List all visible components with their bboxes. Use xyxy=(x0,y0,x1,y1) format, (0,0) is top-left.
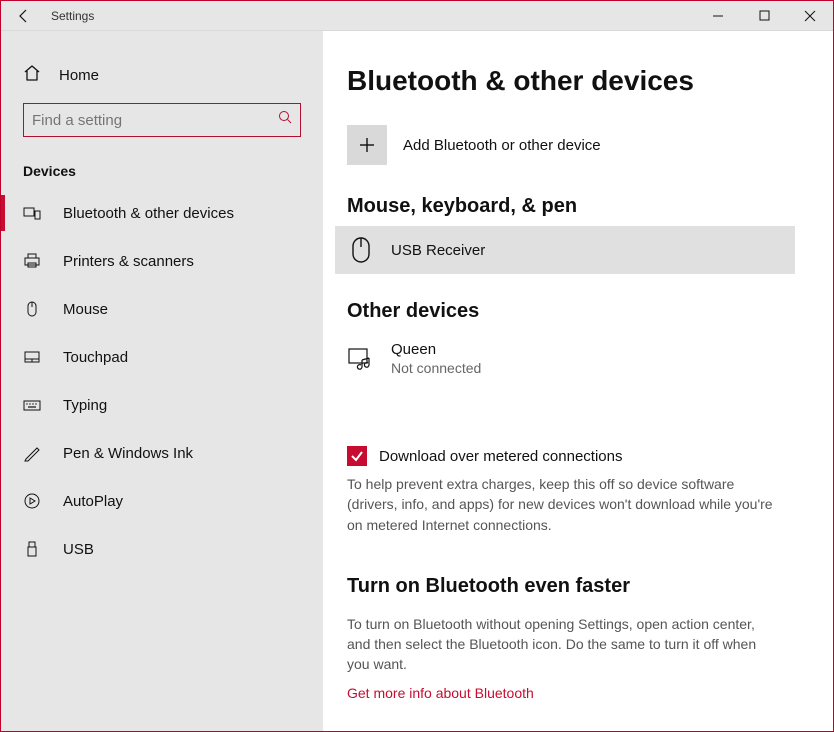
add-device-label: Add Bluetooth or other device xyxy=(403,137,601,154)
sidebar-item-label: Typing xyxy=(63,397,107,414)
device-name: USB Receiver xyxy=(391,242,485,259)
home-icon xyxy=(23,64,41,86)
bluetooth-info-link[interactable]: Get more info about Bluetooth xyxy=(347,685,797,701)
sidebar-item-label: AutoPlay xyxy=(63,493,123,510)
printer-icon xyxy=(23,252,41,270)
titlebar: Settings xyxy=(1,1,833,31)
section-mouse-keyboard: Mouse, keyboard, & pen xyxy=(347,195,797,218)
device-usb-receiver[interactable]: USB Receiver xyxy=(335,226,795,274)
sidebar-item-label: Printers & scanners xyxy=(63,253,194,270)
bluetooth-faster-body: To turn on Bluetooth without opening Set… xyxy=(347,614,777,675)
sidebar-item-label: Pen & Windows Ink xyxy=(63,445,193,462)
sidebar-item-label: USB xyxy=(63,541,94,558)
sidebar-item-typing[interactable]: Typing xyxy=(1,381,323,429)
home-button[interactable]: Home xyxy=(1,55,323,95)
checkbox-checked-icon xyxy=(347,446,367,466)
sidebar-category: Devices xyxy=(1,137,323,189)
plus-icon xyxy=(347,125,387,165)
mouse-icon xyxy=(23,300,41,318)
pen-icon xyxy=(23,444,41,462)
section-bluetooth-faster: Turn on Bluetooth even faster xyxy=(347,575,797,598)
window-title: Settings xyxy=(51,9,94,23)
sidebar-item-label: Bluetooth & other devices xyxy=(63,205,234,222)
search-icon xyxy=(278,110,293,130)
sidebar-item-label: Mouse xyxy=(63,301,108,318)
sidebar-item-usb[interactable]: USB xyxy=(1,525,323,573)
section-other-devices: Other devices xyxy=(347,300,797,323)
device-queen[interactable]: Queen Not connected xyxy=(335,331,797,386)
main-content: Bluetooth & other devices Add Bluetooth … xyxy=(323,31,833,731)
sidebar-item-mouse[interactable]: Mouse xyxy=(1,285,323,333)
sidebar: Home Devices Bluetooth & other devices xyxy=(1,31,323,731)
close-button[interactable] xyxy=(787,1,833,31)
home-label: Home xyxy=(59,67,99,84)
back-button[interactable] xyxy=(1,1,47,31)
search-input[interactable] xyxy=(23,103,301,137)
maximize-button[interactable] xyxy=(741,1,787,31)
media-device-icon xyxy=(347,348,375,370)
touchpad-icon xyxy=(23,348,41,366)
sidebar-item-touchpad[interactable]: Touchpad xyxy=(1,333,323,381)
devices-icon xyxy=(23,204,41,222)
autoplay-icon xyxy=(23,492,41,510)
sidebar-item-autoplay[interactable]: AutoPlay xyxy=(1,477,323,525)
device-status: Not connected xyxy=(391,360,481,376)
usb-icon xyxy=(23,540,41,558)
sidebar-item-bluetooth[interactable]: Bluetooth & other devices xyxy=(1,189,323,237)
metered-label: Download over metered connections xyxy=(379,448,622,465)
page-title: Bluetooth & other devices xyxy=(347,65,797,97)
device-name: Queen xyxy=(391,341,481,358)
keyboard-icon xyxy=(23,396,41,414)
sidebar-item-pen[interactable]: Pen & Windows Ink xyxy=(1,429,323,477)
settings-window: Settings Home xyxy=(0,0,834,732)
mouse-icon xyxy=(347,236,375,264)
add-device-button[interactable]: Add Bluetooth or other device xyxy=(347,125,797,165)
minimize-button[interactable] xyxy=(695,1,741,31)
metered-toggle[interactable]: Download over metered connections xyxy=(347,446,797,466)
sidebar-item-label: Touchpad xyxy=(63,349,128,366)
sidebar-item-printers[interactable]: Printers & scanners xyxy=(1,237,323,285)
metered-help-text: To help prevent extra charges, keep this… xyxy=(347,474,777,535)
sidebar-nav: Bluetooth & other devices Printers & sca… xyxy=(1,189,323,573)
